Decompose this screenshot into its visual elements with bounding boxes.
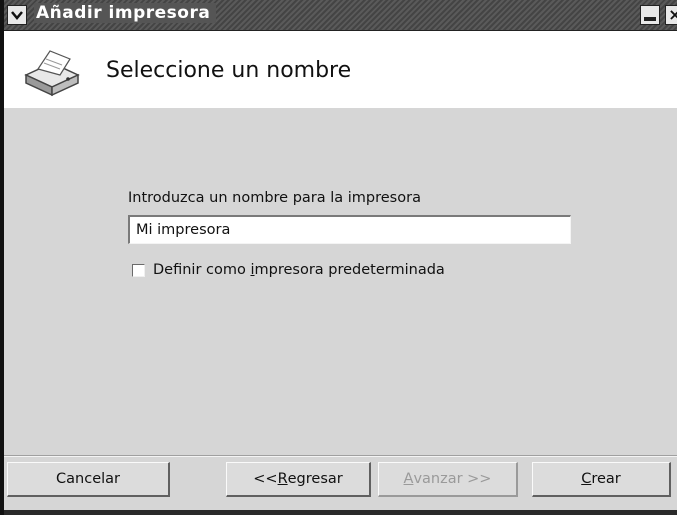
default-printer-checkbox[interactable] xyxy=(132,263,145,277)
window-title: Añadir impresora xyxy=(34,3,217,23)
minimize-button[interactable] xyxy=(640,5,660,25)
default-printer-label[interactable]: Definir como impresora predeterminada xyxy=(153,262,445,278)
window-menu-button[interactable] xyxy=(7,5,27,25)
button-bar: Cancelar << Regresar Avanzar >> Crear xyxy=(4,457,677,515)
default-printer-option[interactable]: Definir como impresora predeterminada xyxy=(132,260,445,280)
page-title: Seleccione un nombre xyxy=(106,58,352,83)
close-button[interactable]: × xyxy=(665,5,677,25)
titlebar[interactable]: Añadir impresora × xyxy=(4,0,677,31)
printer-icon xyxy=(24,50,80,97)
chevron-down-icon xyxy=(11,11,23,20)
window-bottom-border xyxy=(4,510,677,515)
wizard-header: Seleccione un nombre xyxy=(4,31,677,108)
add-printer-window: Añadir impresora × Seleccione un nombre … xyxy=(0,0,677,515)
printer-name-input[interactable] xyxy=(128,215,571,244)
back-button[interactable]: << Regresar xyxy=(226,462,371,497)
create-button[interactable]: Crear xyxy=(532,462,671,497)
cancel-button[interactable]: Cancelar xyxy=(7,462,170,497)
printer-name-label: Introduzca un nombre para la impresora xyxy=(128,190,421,206)
next-button[interactable]: Avanzar >> xyxy=(378,462,518,497)
wizard-content: Introduzca un nombre para la impresora D… xyxy=(4,108,677,455)
